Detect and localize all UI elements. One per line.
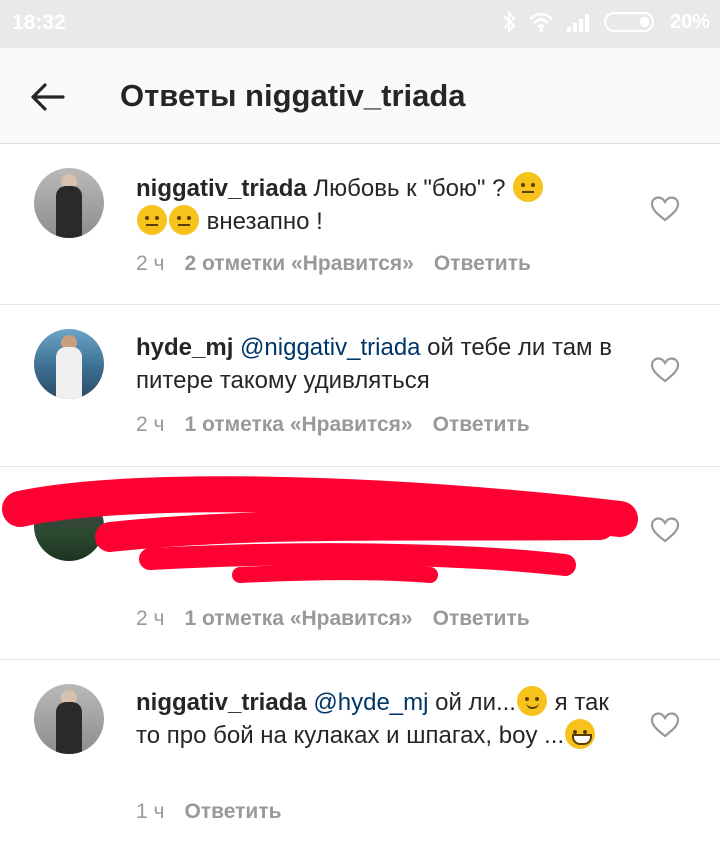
list-item: niggativ_triada Любовь к "бою" ? внезапн… [0,144,720,305]
neutral-face-emoji-icon [513,172,544,202]
bluetooth-icon [502,10,516,34]
grin-emoji-icon [565,719,596,749]
avatar[interactable] [34,491,104,561]
status-icons: 20% [502,10,710,34]
heart-icon[interactable] [650,194,680,224]
comment-username[interactable]: niggativ_triada [136,689,307,716]
reply-button[interactable]: Ответить [184,800,281,824]
replies-list: niggativ_triada Любовь к "бою" ? внезапн… [0,144,720,859]
app-bar: Ответы niggativ_triada [0,48,720,144]
avatar[interactable] [34,684,104,754]
likes-count-link[interactable]: 2 отметки «Нравится» [184,252,413,276]
comment-body: Любовь к "бою" ? [306,175,513,202]
battery-icon [603,10,658,34]
reply-button[interactable]: Ответить [434,252,531,276]
signal-icon [566,11,592,33]
comment-text: niggativ_triada Любовь к "бою" ? внезапн… [136,172,636,238]
status-time: 18:32 [12,11,66,34]
comment-meta: 1 ч Ответить [136,800,282,824]
battery-percent: 20% [669,10,710,33]
wifi-icon [528,11,554,33]
reply-button[interactable]: Ответить [433,607,530,631]
arrow-left-icon [31,83,65,111]
comment-body: внезапно ! [200,208,323,235]
list-item: 2 ч 1 отметка «Нравится» Ответить [0,467,720,660]
heart-icon[interactable] [650,710,680,740]
comment-body: ой ли... [428,689,516,716]
comment-username[interactable]: hyde_mj [136,334,233,361]
comment-mention-link[interactable]: @niggativ_triada [240,334,420,361]
redaction-scribble [2,476,638,583]
list-item: hyde_mj @niggativ_triada ой тебе ли там … [0,305,720,467]
comment-username[interactable]: niggativ_triada [136,175,307,202]
heart-icon[interactable] [650,355,680,385]
neutral-face-emoji-icon [137,205,167,235]
comment-time: 1 ч [136,800,165,823]
likes-count-link[interactable]: 1 отметка «Нравится» [184,607,412,631]
list-item: niggativ_triada @hyde_mj ой ли... я так … [0,660,720,859]
comment-text: niggativ_triada @hyde_mj ой ли... я так … [136,686,636,752]
comment-text: hyde_mj @niggativ_triada ой тебе ли там … [136,331,636,397]
comment-meta: 2 ч 2 отметки «Нравится» Ответить [136,252,531,276]
status-bar: 18:32 20% [0,0,720,48]
heart-icon[interactable] [650,515,680,545]
smirk-emoji-icon [516,686,547,716]
likes-count-link[interactable]: 1 отметка «Нравится» [184,413,412,437]
comment-time: 2 ч [136,607,165,630]
avatar[interactable] [34,168,104,238]
comment-time: 2 ч [136,413,165,436]
back-button[interactable] [26,76,68,118]
comment-meta: 2 ч 1 отметка «Нравится» Ответить [136,413,530,437]
comment-mention-link[interactable]: @hyde_mj [313,689,428,716]
page-title: Ответы niggativ_triada [120,78,466,113]
avatar[interactable] [34,329,104,399]
neutral-face-emoji-icon [169,205,199,235]
comment-time: 2 ч [136,252,165,275]
comment-meta: 2 ч 1 отметка «Нравится» Ответить [136,607,530,631]
reply-button[interactable]: Ответить [433,413,530,437]
